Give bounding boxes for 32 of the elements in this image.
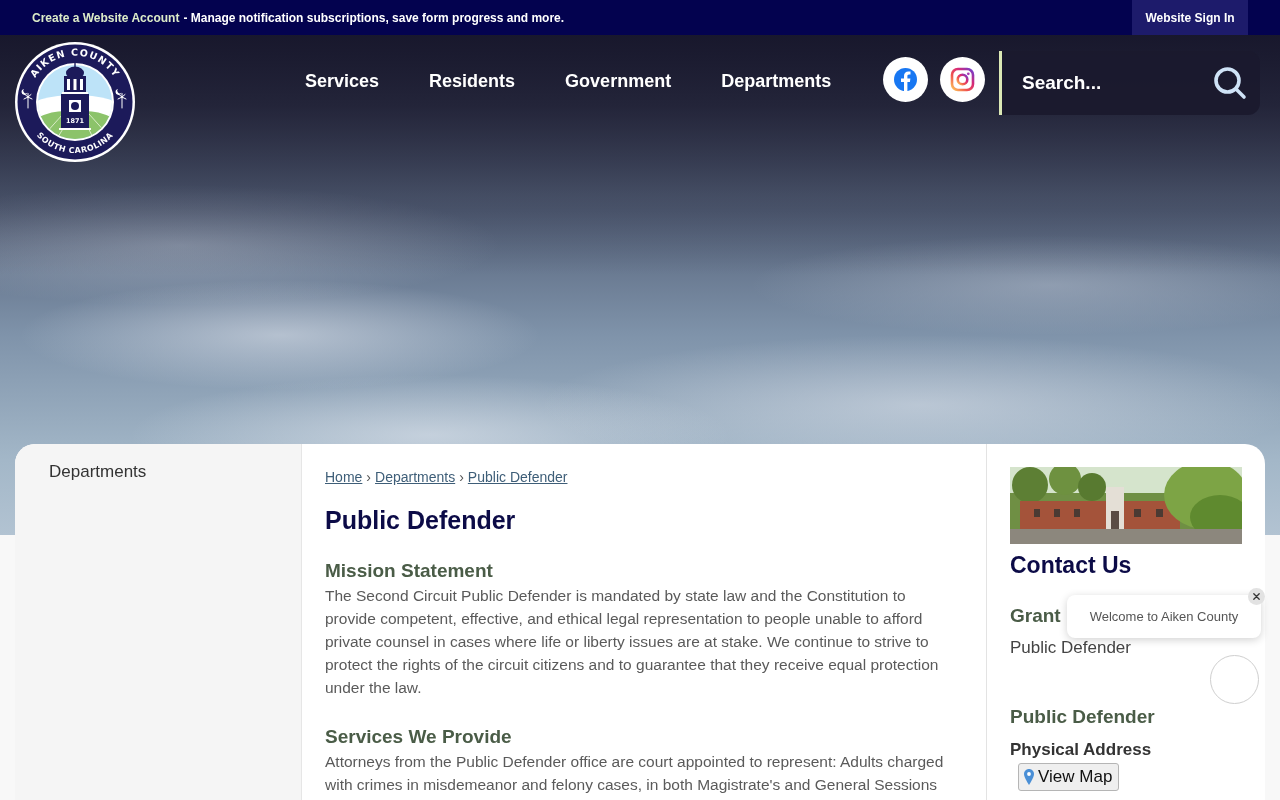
section-text: Attorneys from the Public Defender office are court appointed to represent: Adults charged with crimes in misdemeanor and felony cases, in both Magistrate's and General Sessions — [325, 752, 945, 795]
breadcrumb-link[interactable]: Public Defender — [467, 468, 568, 486]
popup-message: Welcome to Aiken County — [1089, 609, 1239, 624]
address-label: Physical Address — [1010, 739, 1153, 761]
breadcrumb-separator: › — [459, 468, 464, 486]
search-icon[interactable] — [1213, 66, 1247, 100]
search-field[interactable]: Search... — [999, 51, 1260, 115]
sidebar-item[interactable]: Departments — [49, 462, 147, 482]
account-message: - Manage notification subscriptions, save form progress and more. — [183, 10, 565, 25]
view-map-button[interactable]: View Map — [1018, 763, 1120, 791]
instagram-icon[interactable] — [940, 57, 985, 102]
contact-text: Public Defender — [1010, 637, 1132, 659]
breadcrumb-separator: › — [366, 468, 372, 486]
close-icon[interactable] — [1248, 588, 1265, 605]
section-heading: Grant — [1010, 604, 1061, 628]
contact-heading: Contact Us — [1010, 551, 1133, 580]
page-title: Public Defender — [325, 505, 517, 536]
map-pin-icon — [1024, 769, 1034, 785]
account-link[interactable]: Create a Website Account — [32, 10, 180, 25]
section-heading: Public Defender — [1010, 705, 1155, 729]
nav-link[interactable]: Services — [305, 69, 380, 93]
nav-link[interactable]: Residents — [429, 69, 516, 93]
breadcrumb-link[interactable]: Departments — [375, 468, 456, 486]
section-heading: Services We Provide — [325, 725, 513, 749]
nav-link[interactable]: Government — [565, 69, 672, 93]
breadcrumb-link[interactable]: Home — [325, 468, 363, 486]
section-text: The Second Circuit Public Defender is mandated by state law and the Constitution to provide competent, effective, and ethical legal representation to people unable to afford private counsel in cases where life or liberty issues are at stake. We continue to strive to protect the rights of the circuit citizens and to guarantee that they receive equal protection under the law. — [325, 586, 940, 698]
sign-in-button[interactable]: Website Sign In — [1132, 0, 1248, 35]
search-input[interactable]: Search... — [1022, 69, 1213, 97]
section-heading: Mission Statement — [325, 559, 494, 583]
facebook-icon[interactable] — [883, 57, 928, 102]
nav-link[interactable]: Departments — [721, 69, 832, 93]
